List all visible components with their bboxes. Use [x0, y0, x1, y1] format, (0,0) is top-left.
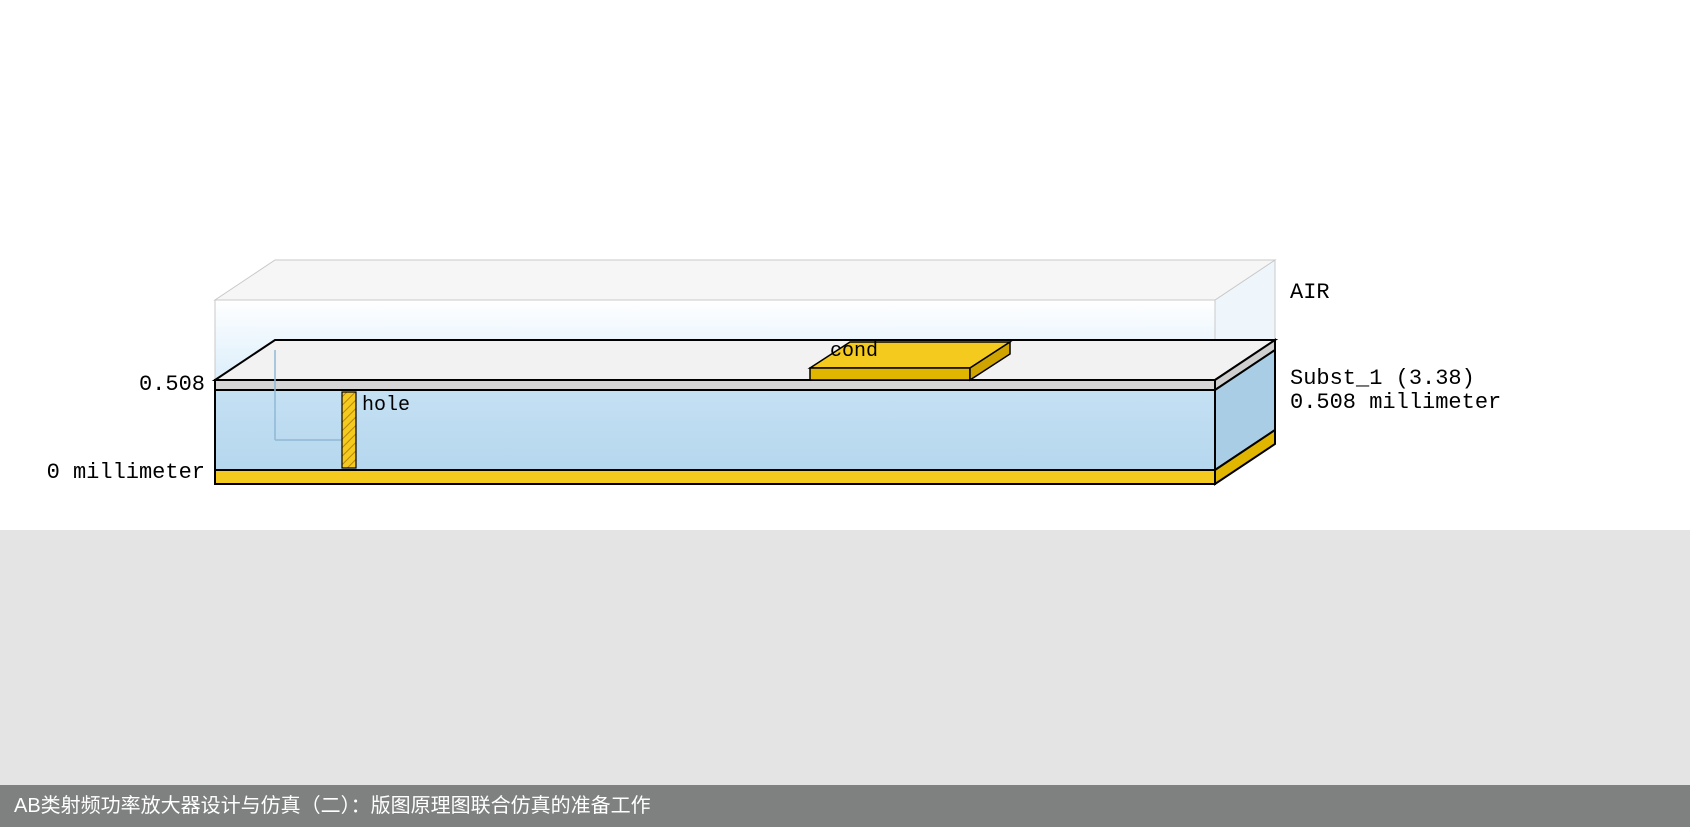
interface-plate — [215, 340, 1275, 390]
caption-bar: AB类射频功率放大器设计与仿真（二）：版图原理图联合仿真的准备工作 — [0, 785, 1690, 827]
via-hole — [342, 392, 356, 468]
label-hole: hole — [362, 394, 410, 417]
label-level-top: 0.508 — [139, 372, 205, 397]
stackup-diagram: AIR Subst_1 (3.38) 0.508 millimeter 0.50… — [0, 0, 1690, 530]
label-level-bottom: 0 millimeter — [47, 460, 205, 485]
label-cond: cond — [830, 340, 878, 363]
label-subst-name: Subst_1 (3.38) — [1290, 366, 1475, 391]
caption-text: AB类射频功率放大器设计与仿真（二）：版图原理图联合仿真的准备工作 — [14, 795, 651, 817]
diagram-canvas: AIR Subst_1 (3.38) 0.508 millimeter 0.50… — [0, 0, 1690, 530]
label-subst-thick: 0.508 millimeter — [1290, 390, 1501, 415]
label-air: AIR — [1290, 280, 1330, 305]
